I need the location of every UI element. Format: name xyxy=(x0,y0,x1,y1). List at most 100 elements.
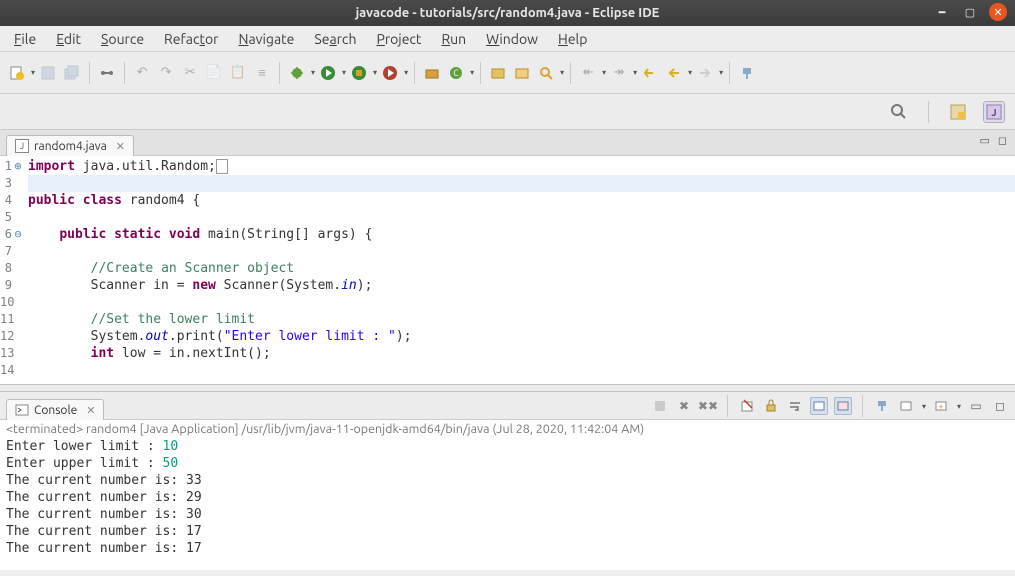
menu-window[interactable]: Window xyxy=(478,29,546,49)
maximize-view-icon[interactable]: ◻ xyxy=(991,397,1009,415)
console-output[interactable]: <terminated> random4 [Java Application] … xyxy=(0,420,1015,570)
remove-launch-button[interactable]: ✖ xyxy=(675,397,693,415)
open-console-button[interactable]: + xyxy=(932,397,950,415)
minimize-button[interactable]: ━ xyxy=(933,3,951,21)
last-edit-button[interactable] xyxy=(639,62,661,84)
gutter-line: 1⊕ xyxy=(0,158,24,175)
link-button[interactable] xyxy=(96,62,118,84)
save-all-button[interactable] xyxy=(61,62,83,84)
code-line[interactable]: public static void main(String[] args) { xyxy=(28,226,1015,243)
menu-refactor[interactable]: Refactor xyxy=(156,29,226,49)
open-perspective-button[interactable] xyxy=(947,101,969,123)
show-console-button[interactable] xyxy=(810,397,828,415)
paste-button[interactable]: 📋 xyxy=(227,62,249,84)
pin-button[interactable] xyxy=(736,62,758,84)
code-line[interactable] xyxy=(28,175,1015,192)
menu-file[interactable]: File xyxy=(6,29,44,49)
run-last-button[interactable] xyxy=(379,62,401,84)
menu-run[interactable]: Run xyxy=(433,29,474,49)
new-button[interactable] xyxy=(6,62,28,84)
back-button[interactable] xyxy=(663,62,685,84)
dropdown-icon[interactable]: ▾ xyxy=(373,68,377,77)
new-package-button[interactable] xyxy=(421,62,443,84)
console-tab[interactable]: Console ✕ xyxy=(6,399,104,420)
gutter-line: 7 xyxy=(0,243,24,260)
gutter-line: 14 xyxy=(0,362,24,379)
menu-project[interactable]: Project xyxy=(368,29,429,49)
code-line[interactable] xyxy=(28,362,1015,379)
clear-console-button[interactable] xyxy=(738,397,756,415)
code-line[interactable]: import java.util.Random; xyxy=(28,158,1015,175)
terminate-button[interactable] xyxy=(651,397,669,415)
editor-tab[interactable]: J random4.java ✕ xyxy=(6,135,134,156)
code-line[interactable]: int low = in.nextInt(); xyxy=(28,345,1015,362)
dropdown-icon[interactable]: ▾ xyxy=(922,402,926,411)
java-perspective-button[interactable]: J xyxy=(983,101,1005,123)
console-status-line: <terminated> random4 [Java Application] … xyxy=(6,422,1009,436)
open-task-button[interactable] xyxy=(511,62,533,84)
code-line[interactable]: public class random4 { xyxy=(28,192,1015,209)
dropdown-icon[interactable]: ▾ xyxy=(957,402,961,411)
dropdown-icon[interactable]: ▾ xyxy=(719,68,723,77)
editor-tabbar: J random4.java ✕ ▭ ◻ xyxy=(0,130,1015,156)
dropdown-icon[interactable]: ▾ xyxy=(311,68,315,77)
search-button[interactable] xyxy=(535,62,557,84)
undo-button[interactable]: ↶ xyxy=(131,62,153,84)
close-tab-icon[interactable]: ✕ xyxy=(116,140,125,153)
dropdown-icon[interactable]: ▾ xyxy=(404,68,408,77)
display-selected-button[interactable] xyxy=(897,397,915,415)
code-line[interactable] xyxy=(28,294,1015,311)
cut-button[interactable]: ✂ xyxy=(179,62,201,84)
console-toolbar: ✖ ✖✖ ▾ + ▾ ▭ ◻ xyxy=(651,395,1009,417)
maximize-view-icon[interactable]: ◻ xyxy=(998,134,1007,147)
main-toolbar: ▾ ↶ ↷ ✂ 📄 📋 ≡ ▾ ▾ ▾ ▾ C ▾ ▾ ↞ ▾ ↠ ▾ ▾ ▾ xyxy=(0,52,1015,94)
menu-help[interactable]: Help xyxy=(550,29,595,49)
dropdown-icon[interactable]: ▾ xyxy=(688,68,692,77)
show-stderr-button[interactable] xyxy=(834,397,852,415)
quick-access-icon[interactable] xyxy=(888,101,910,123)
prev-edit-button[interactable]: ↞ xyxy=(577,62,599,84)
copy-button[interactable]: 📄 xyxy=(203,62,225,84)
menu-navigate[interactable]: Navigate xyxy=(230,29,302,49)
menu-edit[interactable]: Edit xyxy=(48,29,89,49)
code-line[interactable]: Scanner in = new Scanner(System.in); xyxy=(28,277,1015,294)
separator xyxy=(862,395,863,417)
code-line[interactable]: System.out.print("Enter lower limit : ")… xyxy=(28,328,1015,345)
code-line[interactable] xyxy=(28,209,1015,226)
dropdown-icon[interactable]: ▾ xyxy=(602,68,606,77)
dropdown-icon[interactable]: ▾ xyxy=(342,68,346,77)
code-line[interactable] xyxy=(28,243,1015,260)
code-line[interactable]: //Set the lower limit xyxy=(28,311,1015,328)
menu-search[interactable]: Search xyxy=(306,29,364,49)
dropdown-icon[interactable]: ▾ xyxy=(31,68,35,77)
word-wrap-button[interactable] xyxy=(786,397,804,415)
run-button[interactable] xyxy=(317,62,339,84)
remove-all-button[interactable]: ✖✖ xyxy=(699,397,717,415)
separator xyxy=(279,62,280,84)
separator xyxy=(414,62,415,84)
code-editor[interactable]: 1⊕3456⊖7891011121314 import java.util.Ra… xyxy=(0,156,1015,384)
debug-button[interactable] xyxy=(286,62,308,84)
save-button[interactable] xyxy=(37,62,59,84)
forward-button[interactable] xyxy=(694,62,716,84)
redo-button[interactable]: ↷ xyxy=(155,62,177,84)
menu-source[interactable]: Source xyxy=(93,29,152,49)
dropdown-icon[interactable]: ▾ xyxy=(560,68,564,77)
open-type-button[interactable] xyxy=(487,62,509,84)
close-tab-icon[interactable]: ✕ xyxy=(86,404,95,417)
close-button[interactable]: ✕ xyxy=(989,3,1007,21)
dropdown-icon[interactable]: ▾ xyxy=(633,68,637,77)
coverage-button[interactable] xyxy=(348,62,370,84)
dropdown-icon[interactable]: ▾ xyxy=(470,68,474,77)
code-area[interactable]: import java.util.Random; public class ra… xyxy=(28,156,1015,384)
pin-console-button[interactable] xyxy=(873,397,891,415)
scroll-lock-button[interactable] xyxy=(762,397,780,415)
new-class-button[interactable]: C xyxy=(445,62,467,84)
next-edit-button[interactable]: ↠ xyxy=(608,62,630,84)
maximize-button[interactable]: ▢ xyxy=(961,3,979,21)
format-button[interactable]: ≡ xyxy=(251,62,273,84)
code-line[interactable]: //Create an Scanner object xyxy=(28,260,1015,277)
sash-splitter[interactable] xyxy=(0,384,1015,392)
minimize-view-icon[interactable]: ▭ xyxy=(979,134,989,147)
minimize-view-icon[interactable]: ▭ xyxy=(967,397,985,415)
